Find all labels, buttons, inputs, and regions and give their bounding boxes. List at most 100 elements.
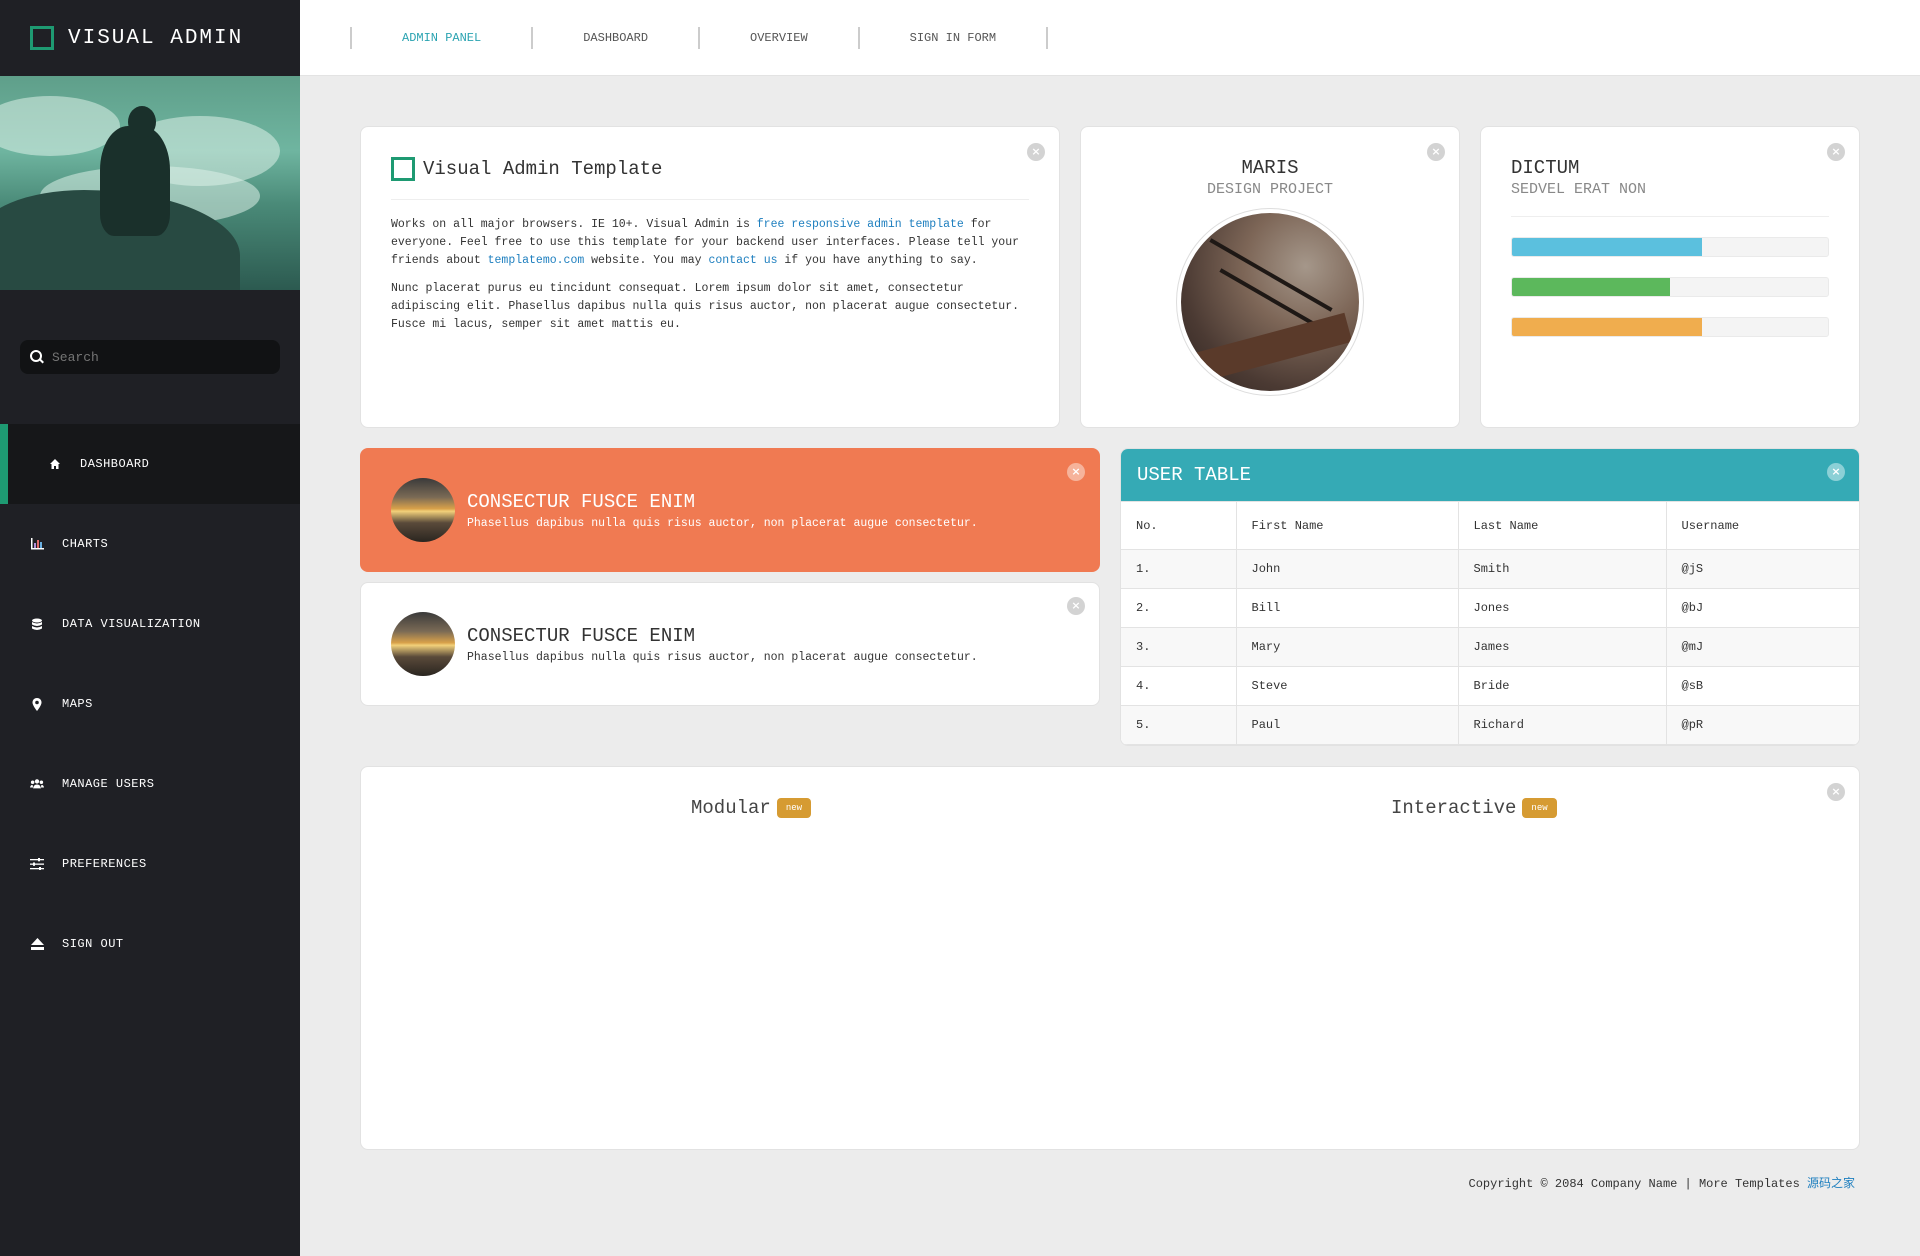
feature-interactive: Interactive new [1391,797,1557,819]
profile-panel: × MARIS DESIGN PROJECT [1080,126,1460,428]
new-badge: new [1522,798,1557,818]
bar-chart-icon [30,537,44,551]
sidebar-item-label: MAPS [62,697,93,711]
progress-bar [1511,317,1829,337]
footer: Copyright © 2084 Company Name | More Tem… [1469,1174,1855,1191]
media-title: CONSECTUR FUSCE ENIM [467,490,696,513]
intro-title: Visual Admin Template [423,158,663,180]
intro-text: Works on all major browsers. IE 10+. Vis… [391,218,757,231]
search-input[interactable] [52,349,272,365]
table-row[interactable]: 2. Bill Jones @bJ [1121,588,1859,628]
features-panel: × Modular new Interactive new [360,766,1860,1150]
top-nav: ADMIN PANEL DASHBOARD OVERVIEW SIGN IN F… [300,0,1920,76]
table-cell: James [1457,627,1667,667]
table-cell: @mJ [1665,627,1859,667]
intro-paragraph-2: Nunc placerat purus eu tincidunt consequ… [391,282,1020,331]
sidebar-item-label: MANAGE USERS [62,777,155,791]
intro-paragraph-1: Works on all major browsers. IE 10+. Vis… [391,216,1029,270]
user-table-panel: USER TABLE × No. First Name Last Name Us… [1120,448,1860,746]
table-cell: 3. [1121,627,1237,667]
table-cell: @jS [1665,549,1859,589]
search-box [20,340,280,374]
users-icon [30,777,44,791]
close-icon[interactable]: × [1027,143,1045,161]
media-text: Phasellus dapibus nulla quis risus aucto… [467,516,978,530]
progress-panel: × DICTUM SEDVEL ERAT NON [1480,126,1860,428]
media-title: CONSECTUR FUSCE ENIM [467,624,696,647]
sidebar-item-dashboard[interactable]: DASHBOARD [0,424,300,504]
sliders-icon [30,857,44,871]
sidebar: VISUAL ADMIN DASHBOARD CHARTS [0,0,300,1256]
table-row[interactable]: 4. Steve Bride @sB [1121,666,1859,706]
progress-bar-fill [1512,318,1702,336]
table-cell: Bride [1457,666,1667,706]
column-header: Username [1665,501,1859,550]
sidebar-item-label: SIGN OUT [62,937,124,951]
profile-hero-image [0,76,300,290]
table-row[interactable]: 5. Paul Richard @pR [1121,705,1859,745]
table-cell: 1. [1121,549,1237,589]
logo-square-icon [30,26,54,50]
close-icon[interactable]: × [1427,143,1445,161]
brand-title: VISUAL ADMIN [68,26,244,50]
sidebar-item-label: DASHBOARD [80,457,150,471]
close-icon[interactable]: × [1827,463,1845,481]
table-cell: Paul [1235,705,1459,745]
top-nav-sign-in-form[interactable]: SIGN IN FORM [857,26,1049,49]
contact-link[interactable]: contact us [708,254,777,267]
top-nav-dashboard[interactable]: DASHBOARD [531,26,698,49]
profile-avatar [1176,208,1364,396]
sidebar-nav: DASHBOARD CHARTS DATA VISUALIZATION MAPS… [0,424,300,984]
new-badge: new [776,798,812,818]
progress-bar-fill [1512,278,1670,296]
column-header: No. [1121,501,1237,550]
close-icon[interactable]: × [1067,463,1085,481]
map-marker-icon [30,697,44,711]
table-cell: John [1235,549,1459,589]
feature-label: Modular [691,797,771,819]
close-icon[interactable]: × [1067,597,1085,615]
feature-label: Interactive [1391,797,1517,819]
more-templates-link[interactable]: 源码之家 [1807,1177,1855,1191]
progress-bar [1511,237,1829,257]
sunset-thumbnail [391,478,455,542]
table-cell: 2. [1121,588,1237,628]
sunset-thumbnail [391,612,455,676]
sidebar-item-label: CHARTS [62,537,109,551]
brand[interactable]: VISUAL ADMIN [0,0,300,76]
profile-name: MARIS [1241,157,1299,179]
sidebar-item-maps[interactable]: MAPS [0,664,300,744]
table-row[interactable]: 3. Mary James @mJ [1121,627,1859,667]
templatemo-link[interactable]: templatemo.com [488,254,585,267]
sidebar-item-label: DATA VISUALIZATION [62,617,201,631]
column-header: First Name [1235,501,1459,550]
table-cell: @sB [1665,666,1859,706]
sidebar-item-preferences[interactable]: PREFERENCES [0,824,300,904]
table-cell: Bill [1235,588,1459,628]
top-nav-overview[interactable]: OVERVIEW [698,26,858,49]
sidebar-item-sign-out[interactable]: SIGN OUT [0,904,300,984]
media-text: Phasellus dapibus nulla quis risus aucto… [467,650,978,664]
media-card: × CONSECTUR FUSCE ENIM Phasellus dapibus… [360,582,1100,706]
column-header: Last Name [1457,501,1667,550]
sidebar-item-charts[interactable]: CHARTS [0,504,300,584]
close-icon[interactable]: × [1827,143,1845,161]
progress-bar-fill [1512,238,1702,256]
sidebar-item-data-visualization[interactable]: DATA VISUALIZATION [0,584,300,664]
progress-bar [1511,277,1829,297]
template-link[interactable]: free responsive admin template [757,218,964,231]
intro-panel: × Visual Admin Template Works on all maj… [360,126,1060,428]
database-icon [30,617,44,631]
table-cell: Smith [1457,549,1667,589]
progress-subtitle: SEDVEL ERAT NON [1511,181,1829,217]
table-cell: 5. [1121,705,1237,745]
feature-modular: Modular new [691,797,812,819]
sidebar-item-manage-users[interactable]: MANAGE USERS [0,744,300,824]
top-nav-admin-panel[interactable]: ADMIN PANEL [350,26,531,49]
close-icon[interactable]: × [1827,783,1845,801]
sidebar-item-label: PREFERENCES [62,857,147,871]
home-icon [48,457,62,471]
table-cell: Jones [1457,588,1667,628]
table-cell: Steve [1235,666,1459,706]
table-row[interactable]: 1. John Smith @jS [1121,549,1859,589]
